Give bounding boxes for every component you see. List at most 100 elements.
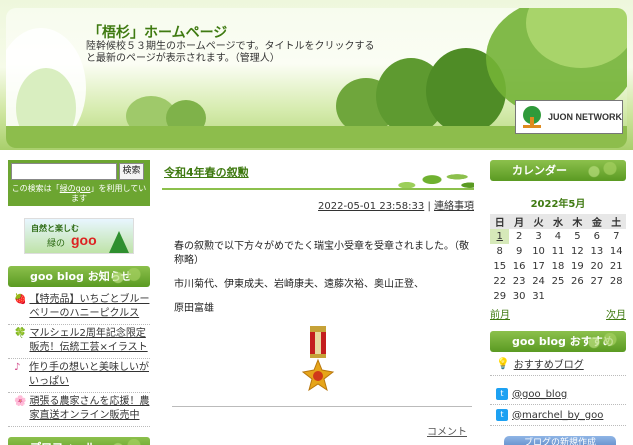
calendar-day: 14 [609, 246, 623, 257]
post-category[interactable]: 連絡事項 [434, 201, 474, 212]
calendar-week: 22 23 24 25 26 27 28 [490, 274, 626, 289]
list-item[interactable]: t @goo_blog [490, 384, 626, 405]
calendar-day[interactable]: 1 [490, 229, 510, 244]
calendar-weekday-row: 日 月 火 水 木 金 土 [490, 214, 626, 229]
create-blog-button[interactable]: ブログの新規作成 [504, 436, 616, 445]
music-note-icon: ♪ [14, 362, 21, 373]
list-item[interactable]: 🍀 マルシェル2周年記念限定販売！伝統工芸×イラスト [8, 325, 150, 359]
juon-network-logo[interactable]: JUON NETWORK [515, 100, 623, 134]
search-note-prefix: この検索は「 [11, 184, 60, 193]
calendar-day: 2 [515, 231, 523, 242]
profile-header: プロフィール [8, 437, 150, 445]
weekday: 金 [587, 214, 607, 229]
calendar-day: 9 [515, 246, 523, 257]
recommend-link[interactable]: @goo_blog [512, 389, 567, 400]
search-input[interactable] [11, 163, 117, 180]
site-description: 陸幹候校５３期生のホームページです。タイトルをクリックすると最新のページが表示さ… [86, 41, 375, 64]
calendar-day: 22 [493, 276, 507, 287]
banner-line2: 緑の [47, 239, 66, 249]
calendar-day: 24 [532, 276, 545, 287]
post-paragraph: 市川菊代、伊東成夫、岩崎康夫、遠藤次裕、奥山正登、 [174, 279, 424, 290]
list-item[interactable]: ♪ 作り手の想いと美味しいがいっぱい [8, 359, 150, 393]
calendar-week: 29 30 31 [490, 289, 626, 304]
calendar-day: 18 [551, 261, 565, 272]
next-month-link[interactable]: 次月 [606, 306, 626, 321]
clover-icon: 🍀 [14, 328, 27, 339]
calendar-day: 25 [551, 276, 565, 287]
news-header: goo blog お知らせ [8, 266, 150, 287]
post-datetime[interactable]: 2022-05-01 23:58:33 [318, 201, 424, 212]
calendar-day: 26 [571, 276, 584, 287]
news-link[interactable]: 作り手の想いと美味しいがいっぱい [29, 361, 150, 389]
calendar-day [568, 289, 587, 304]
left-sidebar: 検索 この検索は「緑のgoo」を利用しています 自然と楽しむ 緑の goo go… [8, 160, 150, 445]
calendar-nav: 前月 次月 [490, 306, 626, 321]
list-item[interactable]: t @marchel_by_goo [490, 405, 626, 426]
news-link[interactable]: マルシェル2周年記念限定販売！伝統工芸×イラスト [29, 327, 150, 355]
search-box: 検索 この検索は「緑のgoo」を利用しています [8, 160, 150, 206]
calendar-day: 5 [574, 231, 581, 242]
green-goo-link[interactable]: 緑のgoo [60, 184, 91, 193]
weekday: 土 [606, 214, 626, 229]
list-item[interactable]: 💡 おすすめブログ [490, 352, 626, 376]
calendar-day: 23 [512, 276, 526, 287]
banner-brand: goo [71, 232, 97, 248]
calendar-day: 12 [571, 246, 584, 257]
calendar-week: 1 2 3 4 5 6 7 [490, 229, 626, 244]
list-item[interactable]: 🍓 【特売品】いちごとブルーベリーのハニーピクルス [8, 291, 150, 325]
calendar-header: カレンダー [490, 160, 626, 181]
calendar-month: 2022年5月 [530, 199, 586, 210]
comment-link[interactable]: コメント [427, 423, 467, 438]
news-link[interactable]: 頑張る農家さんを応援！農家直送オンライン販売中 [29, 395, 150, 423]
strawberry-icon: 🍓 [14, 294, 27, 305]
calendar-day: 3 [535, 231, 542, 242]
calendar-week: 8 9 10 11 12 13 14 [490, 244, 626, 259]
search-button[interactable]: 検索 [119, 163, 144, 180]
post-body: 春の叙勲で以下方々がめでたく瑞宝小受章を受章されました。（敬称略） 市川菊代、伊… [162, 240, 474, 316]
twitter-icon: t [496, 409, 508, 421]
prev-month-link[interactable]: 前月 [490, 306, 510, 321]
blog-post: 令和4年春の叙勲 2022-05-01 23:58:33 | 連絡事項 春の叙勲… [162, 160, 474, 407]
green-goo-banner[interactable]: 自然と楽しむ 緑の goo [24, 218, 134, 254]
weekday: 火 [528, 214, 549, 229]
list-item[interactable]: 🌸 頑張る農家さんを応援！農家直送オンライン販売中 [8, 393, 150, 427]
calendar-day: 7 [613, 231, 620, 242]
calendar-day [607, 289, 626, 304]
calendar-day: 6 [593, 231, 600, 242]
grass-decoration [390, 160, 474, 188]
calendar-day: 8 [496, 246, 503, 257]
calendar-day: 31 [532, 291, 545, 302]
post-title[interactable]: 令和4年春の叙勲 [164, 164, 249, 180]
calendar-day: 17 [532, 261, 545, 272]
calendar-day: 27 [590, 276, 604, 287]
twitter-icon: t [496, 388, 508, 400]
weekday: 水 [548, 214, 568, 229]
post-header: 令和4年春の叙勲 [162, 160, 474, 190]
calendar-day: 19 [571, 261, 584, 272]
news-link[interactable]: 【特売品】いちごとブルーベリーのハニーピクルス [29, 293, 150, 321]
tree-icon [109, 231, 129, 253]
recommend-link[interactable]: おすすめブログ [514, 356, 584, 371]
calendar-day: 4 [554, 231, 562, 242]
site-title[interactable]: 「梧杉」ホームページ [88, 22, 227, 42]
post-paragraph: 春の叙勲で以下方々がめでたく瑞宝小受章を受章されました。（敬称略） [174, 241, 469, 266]
post-meta: 2022-05-01 23:58:33 | 連絡事項 [162, 197, 474, 212]
recommend-link[interactable]: @marchel_by_goo [512, 410, 603, 421]
flower-icon: 🌸 [14, 396, 27, 407]
meta-separator: | [427, 201, 431, 212]
calendar-day: 21 [609, 261, 623, 272]
calendar-day: 10 [532, 246, 545, 257]
header: 「梧杉」ホームページ 陸幹候校５３期生のホームページです。タイトルをクリックする… [0, 0, 633, 150]
news-list: 🍓 【特売品】いちごとブルーベリーのハニーピクルス 🍀 マルシェル2周年記念限定… [8, 291, 150, 427]
weekday: 木 [567, 214, 588, 229]
bulb-icon: 💡 [496, 357, 510, 370]
recommend-header: goo blog おすすめ [490, 331, 626, 352]
calendar-day [587, 289, 606, 304]
post-paragraph: 原田富雄 [174, 303, 214, 314]
calendar-day: 13 [590, 246, 604, 257]
calendar-day [548, 289, 567, 304]
weekday: 月 [509, 214, 529, 229]
calendar-week: 15 16 17 18 19 20 21 [490, 259, 626, 274]
calendar-day: 15 [493, 261, 507, 272]
calendar-day: 20 [590, 261, 604, 272]
